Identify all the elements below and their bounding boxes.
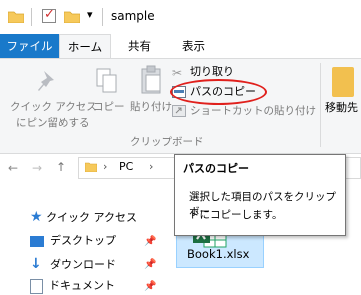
new-folder-icon[interactable] xyxy=(64,10,80,23)
customize-quick-access-icon[interactable]: ▾ xyxy=(87,8,93,21)
tab-home[interactable]: ホーム xyxy=(59,34,111,59)
breadcrumb-chevron[interactable]: › xyxy=(103,160,107,173)
forward-button[interactable]: → xyxy=(32,161,42,175)
tab-share[interactable]: 共有 xyxy=(128,34,151,59)
pin-icon: 📌 xyxy=(144,236,157,247)
paste-shortcut-button[interactable]: ショートカットの貼り付け xyxy=(172,103,316,119)
desktop-icon xyxy=(30,235,44,247)
document-icon xyxy=(30,278,43,294)
nav-item-label: ダウンロード xyxy=(50,258,116,271)
folder-icon xyxy=(8,11,24,23)
cut-button[interactable]: ✂ 切り取り xyxy=(172,63,234,80)
nav-item-label: ドキュメント xyxy=(49,279,115,292)
paste-shortcut-icon xyxy=(172,105,186,117)
pin-icon[interactable] xyxy=(36,69,58,95)
tooltip-text: ドにコピーします。 xyxy=(189,209,283,221)
cut-label: 切り取り xyxy=(190,65,234,78)
copy-icon[interactable] xyxy=(95,67,119,95)
nav-quick-access[interactable]: ★ クイック アクセス xyxy=(30,209,137,225)
move-to-icon[interactable] xyxy=(332,67,354,97)
pin-quick-access-label[interactable]: クイック アクセス xyxy=(10,99,97,114)
clipboard-group-label: クリップボード xyxy=(130,136,204,148)
breadcrumb-chevron[interactable]: › xyxy=(149,160,153,173)
window-title: sample xyxy=(111,9,155,23)
back-button[interactable]: ← xyxy=(8,161,18,175)
paste-button[interactable]: 貼り付け xyxy=(130,99,172,114)
properties-checkbox-icon[interactable]: ✓ xyxy=(42,7,56,23)
nav-quick-access-label: クイック アクセス xyxy=(46,211,138,224)
separator xyxy=(102,8,103,26)
file-name: Book1.xlsx xyxy=(187,247,250,261)
nav-item-desktop[interactable]: デスクトップ xyxy=(30,232,116,250)
copy-path-tooltip: パスのコピー 選択した項目のパスをクリップボー ドにコピーします。 xyxy=(174,154,346,236)
pin-icon: 📌 xyxy=(144,259,157,270)
move-to-button[interactable]: 移動先 xyxy=(325,99,358,115)
copy-button[interactable]: コピー xyxy=(93,99,125,114)
separator xyxy=(31,8,32,26)
nav-item-label: デスクトップ xyxy=(50,234,116,247)
pin-quick-access-label-2[interactable]: にピン留めする xyxy=(16,115,90,130)
tooltip-title: パスのコピー xyxy=(183,162,249,175)
paste-shortcut-label: ショートカットの貼り付け xyxy=(190,105,316,117)
download-icon: ↓ xyxy=(30,256,42,272)
up-button[interactable]: ↑ xyxy=(56,160,66,174)
tab-view[interactable]: 表示 xyxy=(182,34,205,59)
title-bar: ✓ ▾ sample xyxy=(0,0,361,34)
star-icon: ★ xyxy=(30,209,43,225)
folder-icon xyxy=(85,162,97,172)
paste-icon[interactable] xyxy=(140,65,164,95)
tab-file[interactable]: ファイル xyxy=(0,34,59,59)
pin-icon: 📌 xyxy=(144,281,157,292)
ribbon-tabs: ファイル ホーム 共有 表示 xyxy=(0,34,361,59)
highlight-ellipse xyxy=(170,79,267,105)
scissors-icon: ✂ xyxy=(172,66,183,80)
nav-item-documents[interactable]: ドキュメント xyxy=(30,277,115,295)
ribbon-home: クイック アクセス にピン留めする コピー 貼り付け ✂ 切り取り パスのコピー … xyxy=(0,58,361,154)
nav-item-downloads[interactable]: ↓ ダウンロード xyxy=(30,255,116,273)
ribbon-separator xyxy=(320,63,321,147)
breadcrumb-pc[interactable]: PC xyxy=(119,160,133,173)
